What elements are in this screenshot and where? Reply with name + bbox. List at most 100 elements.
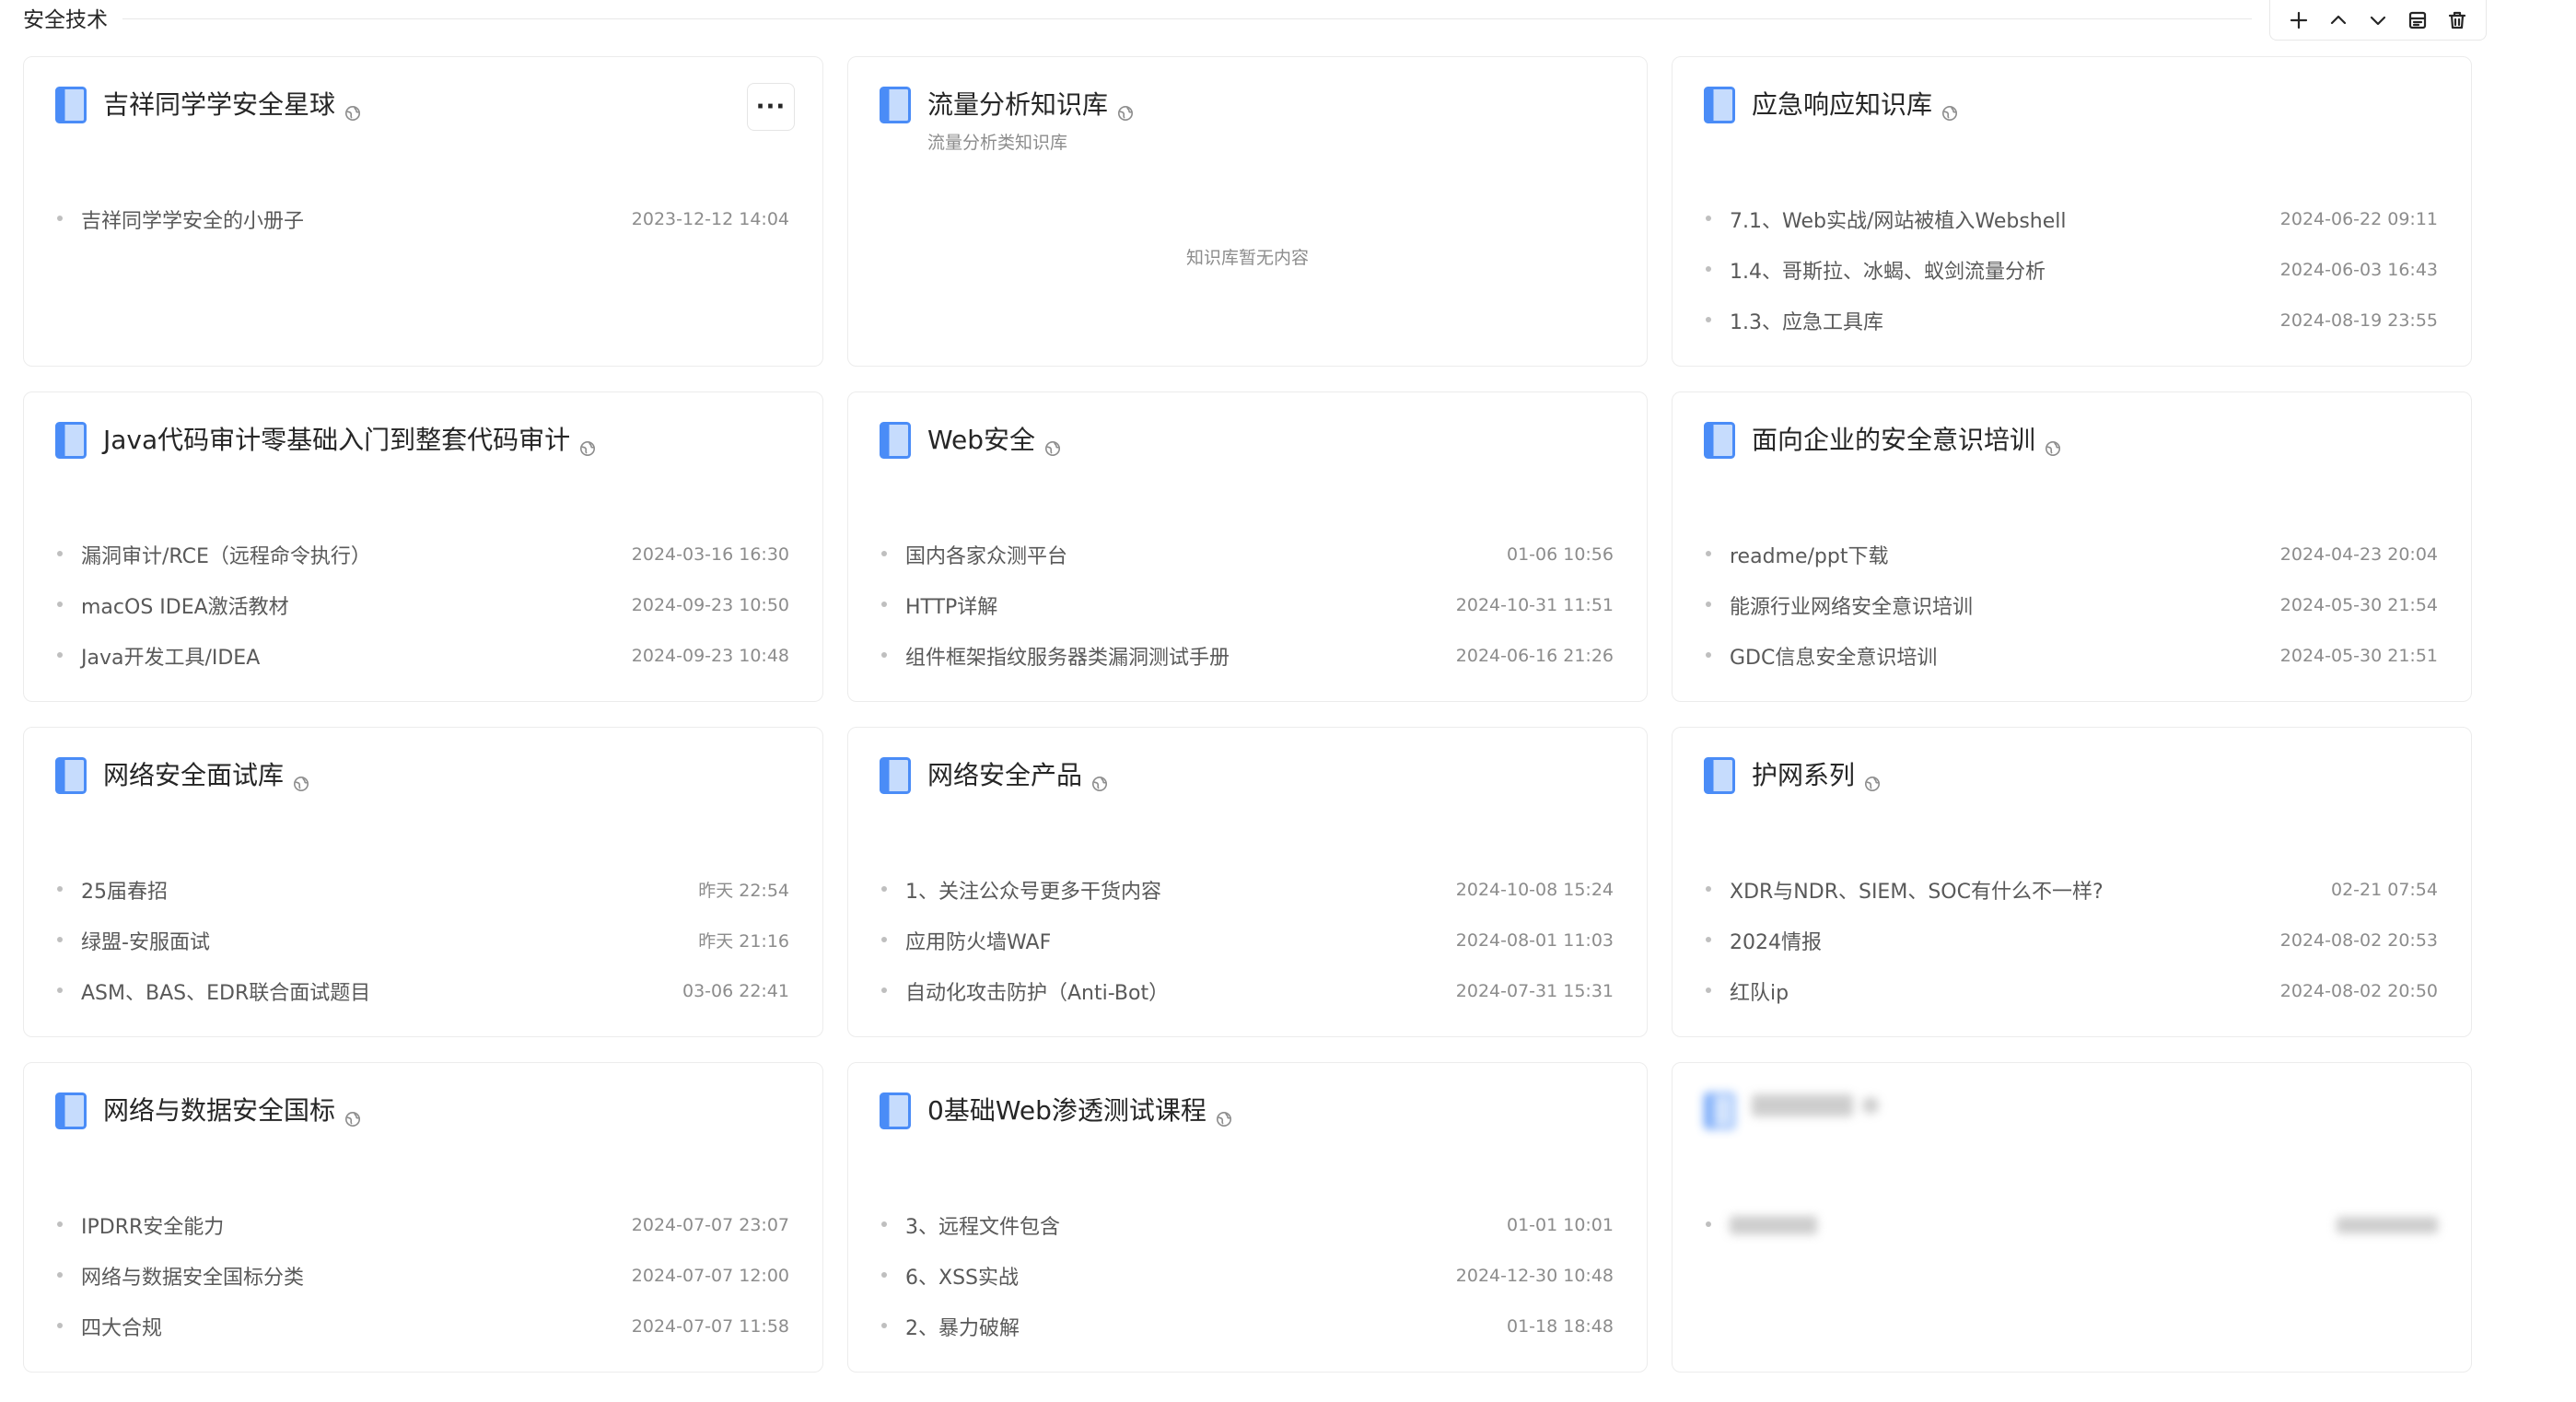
trash-icon[interactable] bbox=[2441, 4, 2474, 37]
doc-title[interactable]: 国内各家众测平台 bbox=[880, 540, 1067, 569]
doc-title[interactable]: 6、XSS实战 bbox=[880, 1261, 1019, 1291]
knowledge-base-card[interactable]: Web安全 国内各家众测平台 01-06 10:56 HTTP详解 2024-1… bbox=[847, 391, 1648, 702]
doc-title[interactable]: 1.4、哥斯拉、冰蝎、蚁剑流量分析 bbox=[1704, 255, 2046, 285]
card-title[interactable]: Web安全 bbox=[927, 424, 1061, 457]
doc-list: 1、关注公众号更多干货内容 2024-10-08 15:24 应用防火墙WAF … bbox=[880, 864, 1614, 1016]
list-item[interactable]: 2024情报 2024-08-02 20:53 bbox=[1704, 915, 2438, 965]
card-title[interactable]: 面向企业的安全意识培训 bbox=[1752, 424, 2061, 457]
list-item[interactable]: 2、暴力破解 01-18 18:48 bbox=[880, 1301, 1614, 1351]
doc-title[interactable]: 1.3、应急工具库 bbox=[1704, 306, 1883, 335]
bullet bbox=[881, 886, 887, 892]
list-item[interactable]: readme/ppt下载 2024-04-23 20:04 bbox=[1704, 529, 2438, 579]
list-item[interactable]: 国内各家众测平台 01-06 10:56 bbox=[880, 529, 1614, 579]
card-header: 面向企业的安全意识培训 bbox=[1704, 422, 2443, 470]
list-item[interactable]: 绿盟-安服面试 昨天 21:16 bbox=[55, 915, 789, 965]
list-item[interactable]: 1.4、哥斯拉、冰蝎、蚁剑流量分析 2024-06-03 16:43 bbox=[1704, 244, 2438, 295]
knowledge-base-card[interactable]: 流量分析知识库 流量分析类知识库 知识库暂无内容 bbox=[847, 56, 1648, 367]
doc-title[interactable]: 2024情报 bbox=[1704, 926, 1822, 955]
doc-title[interactable]: readme/ppt下载 bbox=[1704, 540, 1888, 569]
list-item[interactable]: HTTP详解 2024-10-31 11:51 bbox=[880, 579, 1614, 630]
card-title[interactable]: 护网系列 bbox=[1752, 759, 1881, 792]
list-item[interactable]: 自动化攻击防护（Anti-Bot） 2024-07-31 15:31 bbox=[880, 965, 1614, 1016]
chevron-up-icon[interactable] bbox=[2322, 4, 2355, 37]
doc-title[interactable]: Java开发工具/IDEA bbox=[55, 641, 260, 671]
doc-title[interactable]: 四大合规 bbox=[55, 1312, 162, 1341]
doc-title[interactable]: 25届春招 bbox=[55, 875, 168, 905]
card-title[interactable]: 网络安全产品 bbox=[927, 759, 1108, 792]
doc-time: 2024-09-23 10:48 bbox=[631, 645, 789, 666]
doc-title[interactable]: 1、关注公众号更多干货内容 bbox=[880, 875, 1161, 905]
doc-title[interactable]: 红队ip bbox=[1704, 976, 1789, 1006]
list-item[interactable]: 1、关注公众号更多干货内容 2024-10-08 15:24 bbox=[880, 864, 1614, 915]
list-item[interactable]: 3、远程文件包含 01-01 10:01 bbox=[880, 1199, 1614, 1250]
doc-list bbox=[1704, 1199, 2438, 1250]
card-title[interactable]: 0基础Web渗透测试课程 bbox=[927, 1094, 1232, 1127]
card-title-text: Web安全 bbox=[927, 425, 1036, 455]
chevron-down-icon[interactable] bbox=[2361, 4, 2395, 37]
doc-title[interactable]: 绿盟-安服面试 bbox=[55, 926, 210, 955]
doc-title[interactable]: 应用防火墙WAF bbox=[880, 926, 1051, 955]
more-options-button[interactable]: ··· bbox=[747, 83, 795, 131]
doc-title[interactable]: ASM、BAS、EDR联合面试题目 bbox=[55, 976, 370, 1006]
list-item[interactable]: 6、XSS实战 2024-12-30 10:48 bbox=[880, 1250, 1614, 1301]
list-item[interactable]: 吉祥同学学安全的小册子 2023-12-12 14:04 bbox=[55, 193, 789, 244]
doc-title[interactable]: IPDRR安全能力 bbox=[55, 1210, 224, 1240]
doc-title[interactable]: 漏洞审计/RCE（远程命令执行） bbox=[55, 540, 371, 569]
doc-title[interactable]: 组件框架指纹服务器类漏洞测试手册 bbox=[880, 641, 1230, 671]
doc-title[interactable]: 自动化攻击防护（Anti-Bot） bbox=[880, 976, 1169, 1006]
list-item[interactable]: 漏洞审计/RCE（远程命令执行） 2024-03-16 16:30 bbox=[55, 529, 789, 579]
list-item[interactable]: macOS IDEA激活教材 2024-09-23 10:50 bbox=[55, 579, 789, 630]
knowledge-base-card[interactable]: 吉祥同学学安全星球 ··· 吉祥同学学安全的小册子 2023-12-12 14:… bbox=[23, 56, 823, 367]
book-icon bbox=[880, 87, 911, 123]
list-item[interactable]: 7.1、Web实战/网站被植入Webshell 2024-06-22 09:11 bbox=[1704, 193, 2438, 244]
doc-title[interactable]: XDR与NDR、SIEM、SOC有什么不一样? bbox=[1704, 875, 2104, 905]
knowledge-base-card[interactable]: 网络安全产品 1、关注公众号更多干货内容 2024-10-08 15:24 应用… bbox=[847, 727, 1648, 1037]
list-item[interactable]: 1.3、应急工具库 2024-08-19 23:55 bbox=[1704, 295, 2438, 345]
list-item[interactable]: GDC信息安全意识培训 2024-05-30 21:51 bbox=[1704, 630, 2438, 681]
knowledge-base-card[interactable]: 护网系列 XDR与NDR、SIEM、SOC有什么不一样? 02-21 07:54… bbox=[1672, 727, 2472, 1037]
list-item[interactable]: 红队ip 2024-08-02 20:50 bbox=[1704, 965, 2438, 1016]
list-item[interactable]: 25届春招 昨天 22:54 bbox=[55, 864, 789, 915]
doc-title[interactable]: GDC信息安全意识培训 bbox=[1704, 641, 1937, 671]
list-item[interactable]: 网络与数据安全国标分类 2024-07-07 12:00 bbox=[55, 1250, 789, 1301]
list-item[interactable]: 四大合规 2024-07-07 11:58 bbox=[55, 1301, 789, 1351]
card-header: 网络安全面试库 bbox=[55, 757, 795, 805]
doc-title[interactable]: 7.1、Web实战/网站被植入Webshell bbox=[1704, 204, 2067, 234]
doc-title[interactable]: 能源行业网络安全意识培训 bbox=[1704, 590, 1973, 620]
bullet bbox=[1706, 266, 1711, 272]
knowledge-base-card[interactable]: 网络与数据安全国标 IPDRR安全能力 2024-07-07 23:07 网络与… bbox=[23, 1062, 823, 1373]
doc-title[interactable]: macOS IDEA激活教材 bbox=[55, 590, 289, 620]
knowledge-base-card-redacted[interactable] bbox=[1672, 1062, 2472, 1373]
card-title[interactable]: Java代码审计零基础入门到整套代码审计 bbox=[103, 424, 596, 457]
knowledge-base-card[interactable]: 0基础Web渗透测试课程 3、远程文件包含 01-01 10:01 6、XSS实… bbox=[847, 1062, 1648, 1373]
list-item[interactable]: Java开发工具/IDEA 2024-09-23 10:48 bbox=[55, 630, 789, 681]
settings-icon[interactable] bbox=[2401, 4, 2434, 37]
card-title[interactable]: 网络安全面试库 bbox=[103, 759, 309, 792]
knowledge-base-card[interactable]: Java代码审计零基础入门到整套代码审计 漏洞审计/RCE（远程命令执行） 20… bbox=[23, 391, 823, 702]
list-item[interactable]: XDR与NDR、SIEM、SOC有什么不一样? 02-21 07:54 bbox=[1704, 864, 2438, 915]
doc-time: 2024-10-31 11:51 bbox=[1455, 594, 1614, 615]
doc-time: 2024-08-01 11:03 bbox=[1455, 929, 1614, 951]
card-title[interactable]: 网络与数据安全国标 bbox=[103, 1094, 361, 1127]
bullet bbox=[1706, 1221, 1711, 1227]
doc-title[interactable]: 吉祥同学学安全的小册子 bbox=[55, 204, 304, 234]
list-item[interactable]: IPDRR安全能力 2024-07-07 23:07 bbox=[55, 1199, 789, 1250]
list-item[interactable]: 能源行业网络安全意识培训 2024-05-30 21:54 bbox=[1704, 579, 2438, 630]
card-title[interactable]: 流量分析知识库 bbox=[927, 88, 1134, 122]
public-icon bbox=[344, 1103, 361, 1127]
knowledge-base-card[interactable]: 应急响应知识库 7.1、Web实战/网站被植入Webshell 2024-06-… bbox=[1672, 56, 2472, 367]
doc-title[interactable]: 网络与数据安全国标分类 bbox=[55, 1261, 304, 1291]
doc-time: 03-06 22:41 bbox=[682, 980, 789, 1001]
bullet bbox=[57, 886, 63, 892]
card-title[interactable]: 应急响应知识库 bbox=[1752, 88, 1958, 122]
knowledge-base-card[interactable]: 网络安全面试库 25届春招 昨天 22:54 绿盟-安服面试 昨天 21:16 … bbox=[23, 727, 823, 1037]
list-item[interactable]: 组件框架指纹服务器类漏洞测试手册 2024-06-16 21:26 bbox=[880, 630, 1614, 681]
plus-icon[interactable] bbox=[2282, 4, 2315, 37]
list-item[interactable]: ASM、BAS、EDR联合面试题目 03-06 22:41 bbox=[55, 965, 789, 1016]
knowledge-base-card[interactable]: 面向企业的安全意识培训 readme/ppt下载 2024-04-23 20:0… bbox=[1672, 391, 2472, 702]
card-title[interactable]: 吉祥同学学安全星球 bbox=[103, 88, 361, 122]
doc-title[interactable]: HTTP详解 bbox=[880, 590, 997, 620]
doc-title[interactable]: 2、暴力破解 bbox=[880, 1312, 1020, 1341]
list-item[interactable]: 应用防火墙WAF 2024-08-01 11:03 bbox=[880, 915, 1614, 965]
doc-title[interactable]: 3、远程文件包含 bbox=[880, 1210, 1060, 1240]
